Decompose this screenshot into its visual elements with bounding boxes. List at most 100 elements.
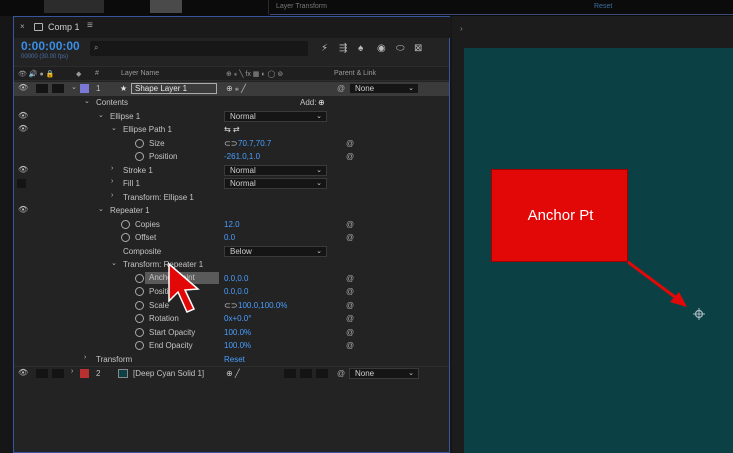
- parent-dropdown[interactable]: None ⌄: [349, 368, 419, 379]
- path-direction-icon[interactable]: ⇆ ⇄: [224, 125, 240, 134]
- pickwhip-icon[interactable]: @: [346, 139, 354, 148]
- prop-row-position[interactable]: Position -261.0,1.0 @: [14, 150, 449, 164]
- prop-row-transform-repeater-1[interactable]: ⌄ Transform: Repeater 1: [14, 258, 449, 272]
- visibility-off-switch[interactable]: [17, 179, 26, 188]
- layer-switches-icons[interactable]: ⊕ ⁎ ╱: [226, 84, 246, 93]
- prop-row-contents[interactable]: ⌄ Contents Add: ⊕: [14, 96, 449, 110]
- visibility-eye-icon[interactable]: 👁: [18, 368, 28, 377]
- layer-name[interactable]: [Deep Cyan Solid 1]: [133, 369, 204, 378]
- anchor-point-value[interactable]: 0.0,0.0: [224, 274, 248, 283]
- constrain-link-icon[interactable]: ⊂⊃: [224, 139, 237, 148]
- prop-row-stroke-1[interactable]: 👁 › Stroke 1 Normal ⌄: [14, 164, 449, 178]
- pickwhip-icon[interactable]: @: [337, 369, 345, 378]
- solo-switch[interactable]: [52, 84, 64, 93]
- comp-tab-title[interactable]: Comp 1: [48, 22, 80, 32]
- end-opacity-value[interactable]: 100.0%: [224, 341, 251, 350]
- panel-menu-icon[interactable]: ≡: [87, 20, 93, 31]
- twirl-open-icon[interactable]: ⌄: [98, 111, 104, 119]
- stopwatch-icon[interactable]: [121, 219, 130, 229]
- stopwatch-icon[interactable]: [135, 314, 144, 323]
- repeater-position-value[interactable]: 0.0,0.0: [224, 287, 248, 296]
- stopwatch-icon[interactable]: [135, 327, 144, 337]
- 3d-switch[interactable]: [316, 369, 328, 378]
- position-value[interactable]: -261.0,1.0: [224, 152, 260, 161]
- prop-row-composite[interactable]: Composite Below ⌄: [14, 245, 449, 259]
- stopwatch-icon[interactable]: [135, 300, 144, 310]
- blend-mode-dropdown[interactable]: Normal ⌄: [224, 164, 327, 176]
- prop-row-offset[interactable]: Offset 0.0 @: [14, 231, 449, 245]
- current-time-display[interactable]: 0:00:00:00: [21, 39, 80, 53]
- audio-switch[interactable]: [36, 369, 48, 378]
- visibility-eye-icon[interactable]: 👁: [18, 205, 28, 214]
- twirl-closed-icon[interactable]: ›: [84, 354, 86, 361]
- rotation-value[interactable]: 0x+0.0°: [224, 314, 251, 323]
- add-icon[interactable]: ⊕: [318, 98, 325, 107]
- blend-mode-dropdown[interactable]: Normal ⌄: [224, 110, 327, 122]
- visibility-eye-icon[interactable]: 👁: [18, 124, 28, 133]
- copies-value[interactable]: 12.0: [224, 220, 240, 229]
- stopwatch-icon[interactable]: [135, 273, 144, 283]
- pickwhip-icon[interactable]: @: [346, 274, 354, 283]
- transform-reset-link[interactable]: Reset: [224, 355, 245, 364]
- pickwhip-icon[interactable]: @: [346, 220, 354, 229]
- blend-mode-dropdown[interactable]: Normal ⌄: [224, 178, 327, 189]
- comp-tab[interactable]: × Comp 1 ≡: [14, 17, 451, 38]
- twirl-closed-icon[interactable]: ›: [111, 192, 113, 199]
- stopwatch-icon[interactable]: [135, 287, 144, 296]
- anchor-point-label[interactable]: Anchor Point: [145, 271, 219, 284]
- twirl-closed-icon[interactable]: ›: [111, 178, 113, 185]
- scale-value[interactable]: 100.0,100.0%: [238, 301, 287, 310]
- graph-icon[interactable]: ⇶: [339, 43, 347, 54]
- prop-row-copies[interactable]: Copies 12.0 @: [14, 218, 449, 232]
- layer-switches-icons[interactable]: ⊕ ╱: [226, 369, 240, 378]
- solo-switch[interactable]: [52, 369, 64, 378]
- prop-row-anchor-point[interactable]: Anchor Point 0.0,0.0 @: [14, 271, 449, 286]
- visibility-eye-icon[interactable]: 👁: [18, 111, 28, 120]
- layer-row-deep-cyan-solid-1[interactable]: 👁 › 2 [Deep Cyan Solid 1] ⊕ ╱ @ None ⌄: [14, 366, 449, 380]
- pickwhip-icon[interactable]: @: [337, 84, 345, 93]
- pickwhip-icon[interactable]: @: [346, 301, 354, 310]
- pickwhip-icon[interactable]: @: [346, 287, 354, 296]
- stopwatch-icon[interactable]: [135, 341, 144, 350]
- layer-name[interactable]: Shape Layer 1: [131, 83, 217, 94]
- twirl-open-icon[interactable]: ⌄: [84, 97, 90, 105]
- prop-row-scale[interactable]: Scale ⊂⊃ 100.0,100.0% @: [14, 299, 449, 313]
- prop-row-start-opacity[interactable]: Start Opacity 100.0% @: [14, 326, 449, 340]
- prop-row-ellipse-1[interactable]: 👁 ⌄ Ellipse 1 Normal ⌄: [14, 110, 449, 124]
- prop-row-ellipse-path-1[interactable]: 👁 ⌄ Ellipse Path 1 ⇆ ⇄: [14, 123, 449, 137]
- twirl-open-icon[interactable]: ⌄: [111, 259, 117, 267]
- fx-switch[interactable]: [284, 369, 296, 378]
- column-layer-name[interactable]: Layer Name: [121, 70, 159, 77]
- stopwatch-icon[interactable]: [135, 138, 144, 148]
- reset-link[interactable]: Reset: [594, 3, 612, 10]
- chevron-right-icon[interactable]: ›: [460, 24, 463, 33]
- visibility-eye-icon[interactable]: 👁: [18, 165, 28, 174]
- pickwhip-icon[interactable]: @: [346, 233, 354, 242]
- pickwhip-icon[interactable]: @: [346, 314, 354, 323]
- motion-blur-icon[interactable]: ◉: [377, 43, 386, 54]
- graph-editor-icon[interactable]: ⊠: [414, 43, 422, 54]
- prop-row-transform[interactable]: › Transform Reset: [14, 353, 449, 367]
- layer-label-color[interactable]: [80, 369, 89, 378]
- prop-row-repeater-1[interactable]: 👁 ⌄ Repeater 1: [14, 204, 449, 218]
- twirl-closed-icon[interactable]: ›: [71, 368, 73, 375]
- pickwhip-icon[interactable]: @: [346, 341, 354, 350]
- close-icon[interactable]: ×: [20, 22, 25, 31]
- visibility-eye-icon[interactable]: 👁: [18, 83, 28, 92]
- composite-dropdown[interactable]: Below ⌄: [224, 245, 327, 257]
- pickwhip-icon[interactable]: @: [346, 152, 354, 161]
- prop-row-rotation[interactable]: Rotation 0x+0.0° @: [14, 312, 449, 326]
- twirl-open-icon[interactable]: ⌄: [111, 124, 117, 132]
- shy-icon[interactable]: ♠: [358, 43, 363, 54]
- stopwatch-icon[interactable]: [135, 152, 144, 161]
- column-parent-link[interactable]: Parent & Link: [334, 70, 376, 77]
- constrain-link-icon[interactable]: ⊂⊃: [224, 301, 237, 310]
- blend-switch[interactable]: [300, 369, 312, 378]
- audio-switch[interactable]: [36, 84, 48, 93]
- pickwhip-icon[interactable]: @: [346, 328, 354, 337]
- collapse-chevron-icon[interactable]: ⌄: [71, 83, 77, 91]
- start-opacity-value[interactable]: 100.0%: [224, 328, 251, 337]
- prop-row-fill-1[interactable]: › Fill 1 Normal ⌄: [14, 177, 449, 191]
- layer-row-shape-layer-1[interactable]: 👁 ⌄ 1 ★ Shape Layer 1 ⊕ ⁎ ╱ @ None ⌄: [14, 82, 449, 96]
- size-value[interactable]: 70.7,70.7: [238, 139, 271, 148]
